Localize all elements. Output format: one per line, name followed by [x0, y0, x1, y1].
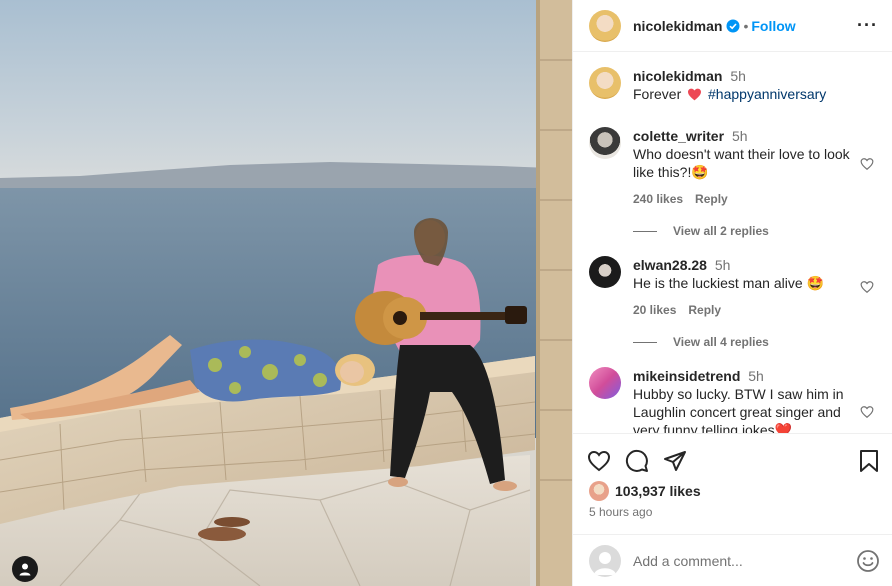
- post-timestamp[interactable]: 5 hours ago: [589, 505, 652, 519]
- post-actions-bar: [587, 446, 880, 476]
- comment-like-icon[interactable]: [860, 280, 874, 294]
- comment-like-icon[interactable]: [860, 157, 874, 171]
- more-options-icon[interactable]: ···: [857, 15, 878, 36]
- caption-time[interactable]: 5h: [730, 68, 746, 84]
- comments-list[interactable]: nicolekidman 5h Forever #happyanniversar…: [573, 52, 892, 434]
- caption-avatar[interactable]: [589, 67, 621, 99]
- comment-likes[interactable]: 20 likes: [633, 303, 676, 317]
- caption-hashtag[interactable]: #happyanniversary: [708, 86, 826, 102]
- post-details-panel: nicolekidman • Follow ··· nicolekidman 5…: [572, 0, 892, 586]
- user-tag-button[interactable]: [12, 556, 38, 582]
- caption-username[interactable]: nicolekidman: [633, 68, 722, 84]
- caption-text: Forever: [633, 86, 682, 102]
- commenter-username[interactable]: colette_writer: [633, 128, 724, 144]
- view-replies-button[interactable]: View all 2 replies: [633, 224, 769, 238]
- commenter-username[interactable]: elwan28.28: [633, 257, 707, 273]
- comment-time[interactable]: 5h: [715, 257, 731, 273]
- commenter-avatar[interactable]: [589, 256, 621, 288]
- red-heart-emoji: ❤️: [774, 422, 793, 434]
- view-replies-label: View all 4 replies: [673, 335, 769, 349]
- share-icon[interactable]: [663, 449, 687, 473]
- comment-likes[interactable]: 240 likes: [633, 192, 683, 206]
- comment-text: Hubby so lucky. BTW I saw him in Laughli…: [633, 386, 844, 434]
- follow-button[interactable]: Follow: [751, 18, 795, 34]
- liker-avatar: [589, 481, 609, 501]
- commenter-username[interactable]: mikeinsidetrend: [633, 368, 740, 384]
- comment-item: colette_writer 5h Who doesn't want their…: [589, 127, 878, 208]
- comment-time[interactable]: 5h: [748, 368, 764, 384]
- commenter-avatar[interactable]: [589, 127, 621, 159]
- author-avatar[interactable]: [589, 9, 621, 42]
- red-heart-emoji-icon: [688, 88, 702, 101]
- bookmark-icon[interactable]: [858, 449, 880, 473]
- post-image: [0, 0, 572, 586]
- replies-divider-line: [633, 230, 657, 232]
- post-header: nicolekidman • Follow ···: [573, 0, 892, 52]
- comment-text: Who doesn't want their love to look like…: [633, 146, 850, 180]
- comment-item: elwan28.28 5h He is the luckiest man ali…: [589, 256, 878, 319]
- comment-time[interactable]: 5h: [732, 128, 748, 144]
- likes-count[interactable]: 103,937 likes: [615, 483, 701, 499]
- likes-summary[interactable]: 103,937 likes: [589, 481, 701, 501]
- reply-button[interactable]: Reply: [688, 303, 721, 317]
- reply-button[interactable]: Reply: [695, 192, 728, 206]
- current-user-avatar: [589, 544, 621, 577]
- verified-badge-icon: [726, 19, 740, 32]
- emoji-icon[interactable]: [856, 549, 880, 573]
- replies-divider-line: [633, 341, 657, 343]
- view-replies-button[interactable]: View all 4 replies: [633, 335, 769, 349]
- comment-icon[interactable]: [625, 449, 649, 473]
- user-tag-icon: [19, 563, 31, 576]
- comment-item: mikeinsidetrend 5h Hubby so lucky. BTW I…: [589, 367, 878, 434]
- commenter-avatar[interactable]: [589, 367, 621, 399]
- post-photo[interactable]: [0, 0, 572, 586]
- comment-like-icon[interactable]: [860, 405, 874, 419]
- default-avatar-icon: [594, 551, 616, 575]
- author-username[interactable]: nicolekidman: [633, 18, 722, 34]
- comment-input[interactable]: [633, 552, 856, 569]
- post-caption: nicolekidman 5h Forever #happyanniversar…: [589, 67, 878, 103]
- separator-dot: •: [743, 17, 749, 34]
- star-eyes-emoji: 🤩: [806, 275, 824, 291]
- add-comment-bar: [573, 534, 892, 586]
- comment-text: He is the luckiest man alive: [633, 275, 803, 291]
- heart-icon[interactable]: [587, 450, 611, 472]
- view-replies-label: View all 2 replies: [673, 224, 769, 238]
- star-eyes-emoji: 🤩: [691, 164, 709, 180]
